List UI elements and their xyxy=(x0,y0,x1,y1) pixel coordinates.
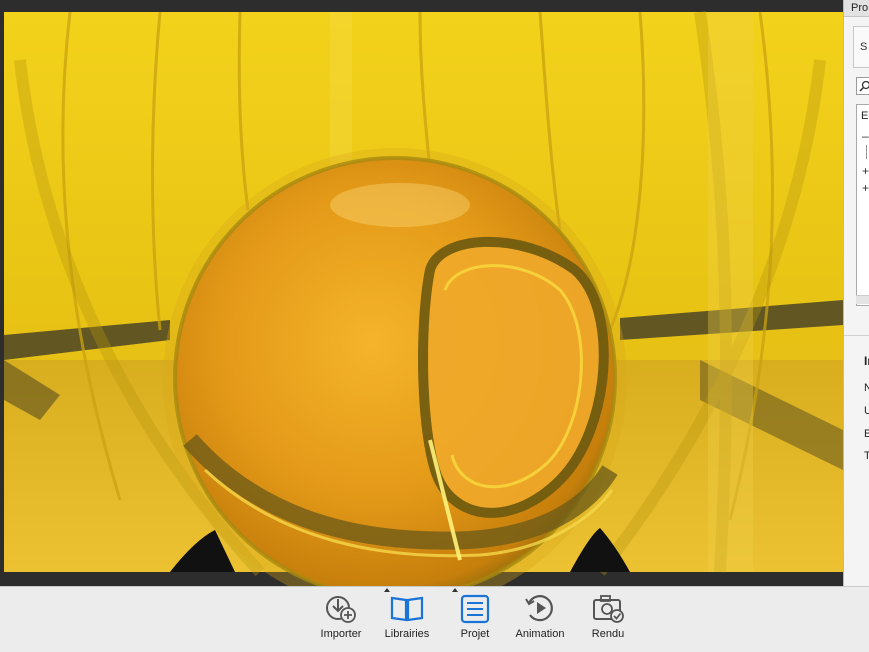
animation-button[interactable]: Animation xyxy=(505,591,575,649)
tree-expand-icon[interactable]: + xyxy=(862,165,869,177)
librairies-label: Librairies xyxy=(372,628,442,640)
search-input[interactable] xyxy=(856,77,869,95)
panel-tab[interactable]: S xyxy=(853,26,869,68)
panel-title: Pro xyxy=(844,0,869,17)
info-row: E xyxy=(864,428,869,440)
divider xyxy=(844,335,869,336)
animation-label: Animation xyxy=(505,628,575,640)
tree-header: El xyxy=(861,110,869,122)
bottom-toolbar: Importer Librairies Projet Animation xyxy=(0,586,869,652)
info-row: U xyxy=(864,405,869,417)
camera-check-icon xyxy=(590,591,626,625)
importer-button[interactable]: Importer xyxy=(306,591,376,649)
play-circle-icon xyxy=(522,591,558,625)
tree-collapse-icon[interactable]: – xyxy=(862,130,869,142)
import-icon xyxy=(323,591,359,625)
projet-label: Projet xyxy=(440,628,510,640)
importer-label: Importer xyxy=(306,628,376,640)
info-row: T xyxy=(864,450,869,462)
scene-tree[interactable]: El – + + xyxy=(856,104,869,306)
tree-expand-icon[interactable]: + xyxy=(862,182,869,194)
projet-button[interactable]: Projet xyxy=(440,591,510,649)
librairies-button[interactable]: Librairies xyxy=(372,591,442,649)
render-viewport[interactable] xyxy=(0,0,843,586)
rendu-button[interactable]: Rendu xyxy=(573,591,643,649)
properties-panel: Pro S El – + + In N U E T xyxy=(843,0,869,586)
info-title: In xyxy=(864,354,869,368)
book-icon xyxy=(389,591,425,625)
project-list-icon xyxy=(457,591,493,625)
tree-scrollbar[interactable] xyxy=(856,295,869,304)
scene-render xyxy=(0,0,843,586)
rendu-label: Rendu xyxy=(573,628,643,640)
search-icon xyxy=(859,80,869,92)
tree-line xyxy=(866,145,867,159)
info-row: N xyxy=(864,382,869,394)
